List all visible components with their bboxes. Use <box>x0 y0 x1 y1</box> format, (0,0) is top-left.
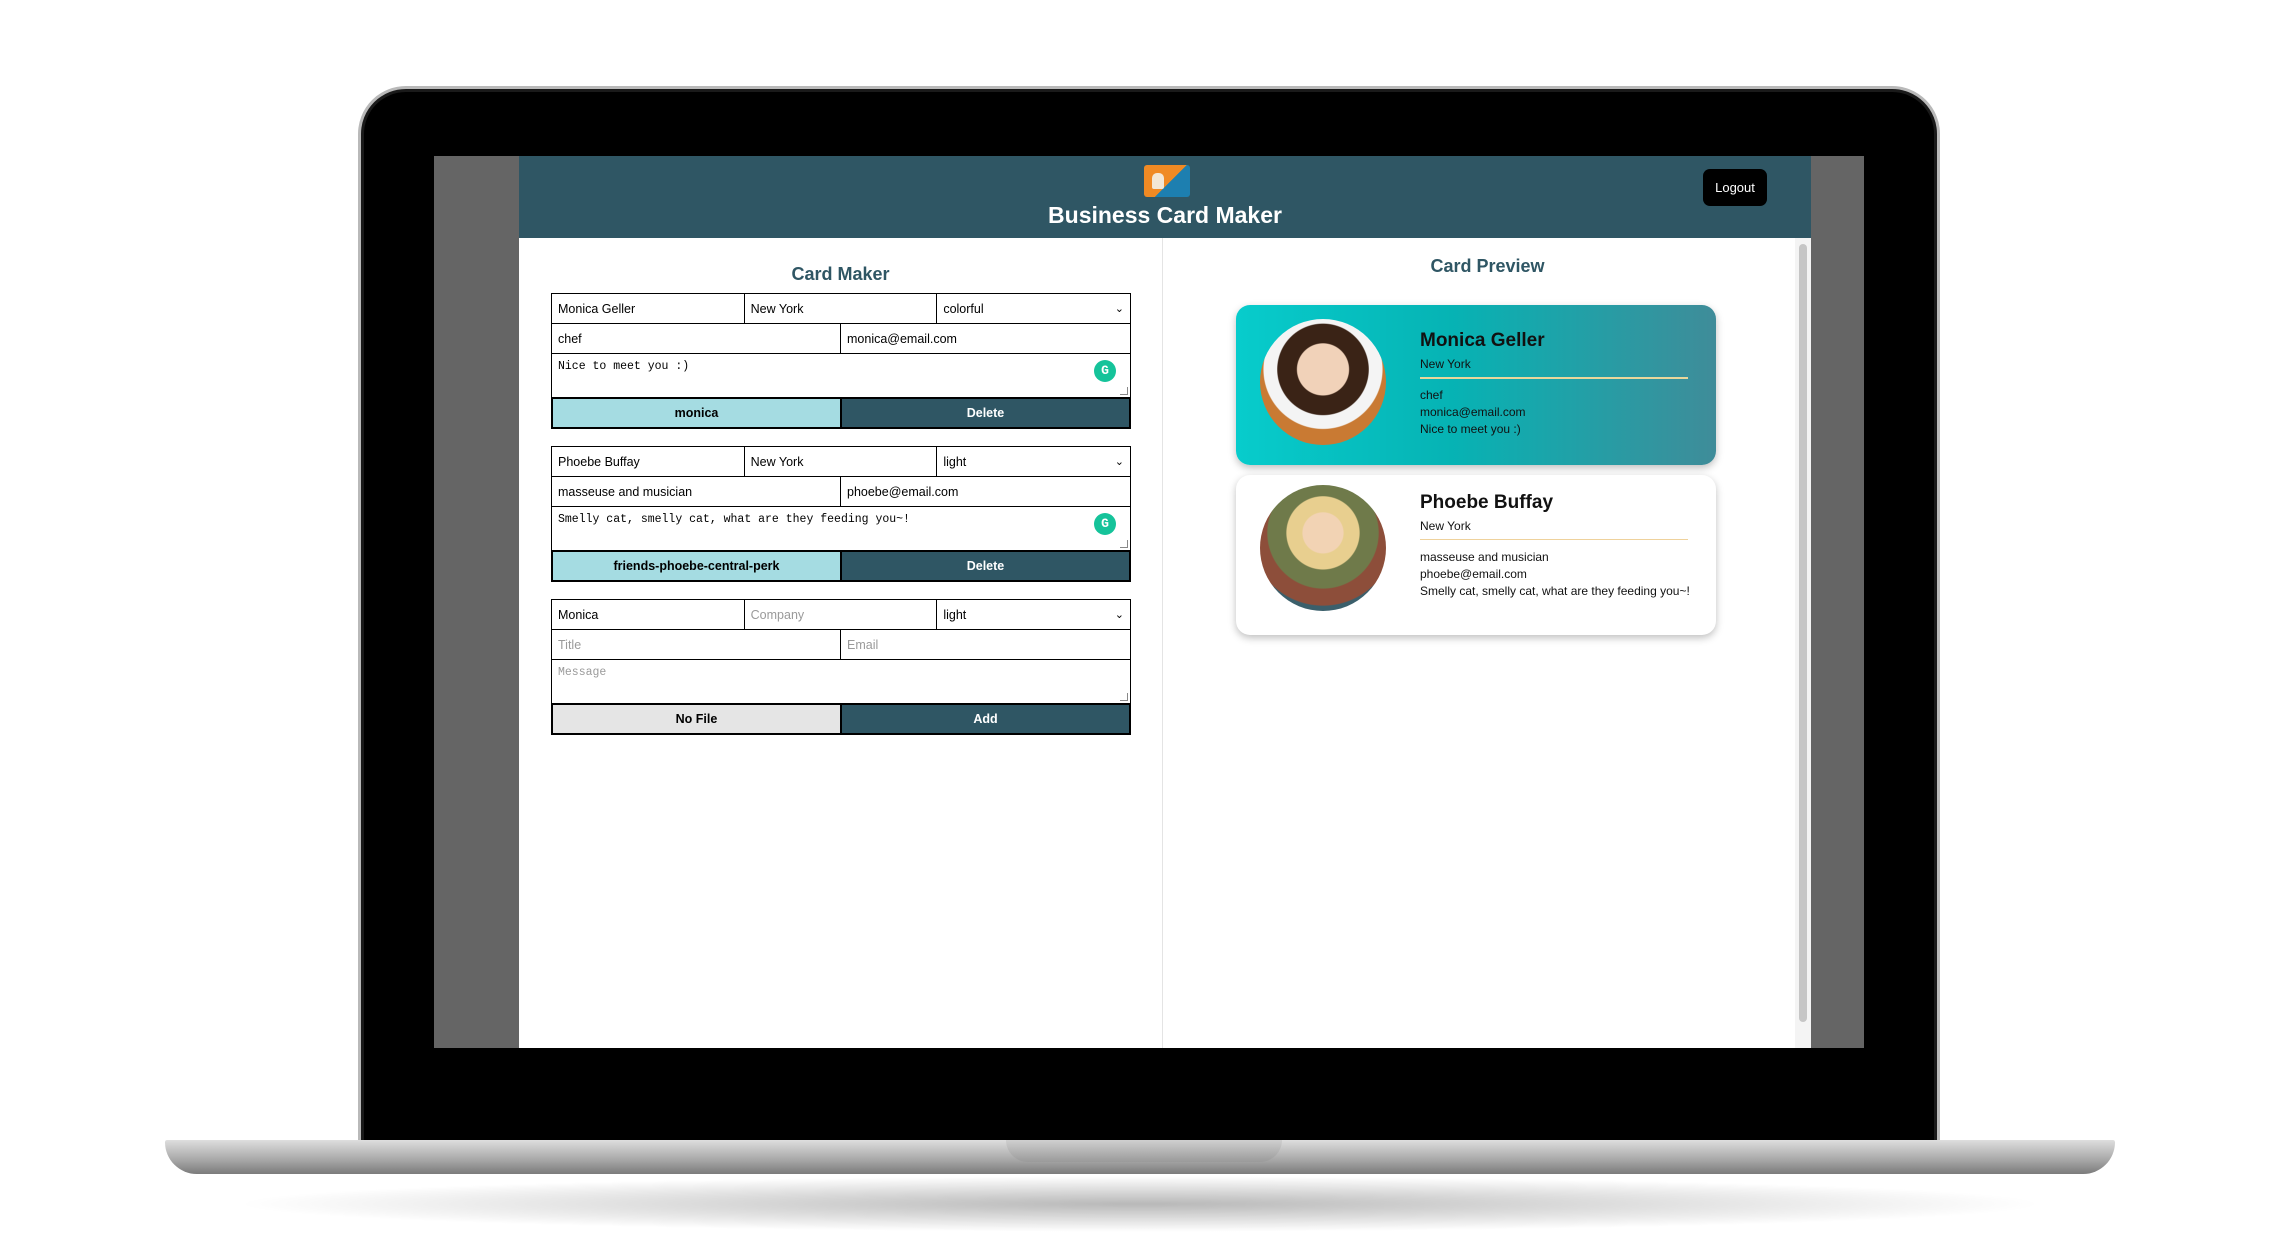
app-title: Business Card Maker <box>1048 202 1282 228</box>
message-textarea[interactable]: Smelly cat, smelly cat, what are they fe… <box>552 507 1130 551</box>
card-title: chef <box>1420 388 1443 402</box>
resize-handle[interactable] <box>1120 540 1128 548</box>
scrollbar-thumb[interactable] <box>1799 244 1807 1022</box>
card-email: phoebe@email.com <box>1420 567 1527 581</box>
card-preview-section: Card Preview Monica Geller New York chef… <box>1164 238 1811 1048</box>
resize-handle[interactable] <box>1120 387 1128 395</box>
delete-button[interactable]: Delete <box>841 398 1130 428</box>
grammarly-icon[interactable]: G <box>1094 513 1116 535</box>
card-maker-title: Card Maker <box>791 264 890 284</box>
message-textarea[interactable]: Message <box>552 660 1130 704</box>
theme-select-value: colorful <box>943 301 984 316</box>
add-button[interactable]: Add <box>841 704 1130 734</box>
avatar <box>1260 485 1386 611</box>
card-divider <box>1420 377 1688 379</box>
card-maker-section: Card Maker Monica Geller New York colorf… <box>519 238 1163 1048</box>
business-card: Monica Geller New York chef monica@email… <box>1236 305 1716 465</box>
title-input[interactable]: chef <box>552 324 841 353</box>
theme-select[interactable]: light ⌄ <box>937 447 1130 476</box>
card-email: monica@email.com <box>1420 405 1526 419</box>
message-textarea[interactable]: Nice to meet you :) G <box>552 354 1130 398</box>
business-card: Phoebe Buffay New York masseuse and musi… <box>1236 475 1716 635</box>
company-input[interactable]: Company <box>745 600 938 629</box>
resize-handle[interactable] <box>1120 693 1128 701</box>
message-text: Nice to meet you :) <box>558 360 690 373</box>
image-file-button[interactable]: friends-phoebe-central-perk <box>552 551 841 581</box>
theme-select-value: light <box>943 454 967 469</box>
card-name: Phoebe Buffay <box>1420 492 1554 513</box>
image-file-button[interactable]: monica <box>552 398 841 428</box>
grammarly-icon[interactable]: G <box>1094 360 1116 382</box>
card-message: Smelly cat, smelly cat, what are they fe… <box>1420 584 1690 598</box>
theme-select[interactable]: colorful ⌄ <box>937 294 1130 323</box>
message-placeholder: Message <box>558 666 607 679</box>
card-preview-title: Card Preview <box>1430 256 1545 276</box>
laptop-mockup: Business Card Maker Logout Card Maker Mo… <box>0 0 2280 1260</box>
card-edit-form: Phoebe Buffay New York light ⌄ masseuse a… <box>551 446 1131 582</box>
delete-button[interactable]: Delete <box>841 551 1130 581</box>
title-input[interactable]: Title <box>552 630 841 659</box>
chevron-down-icon: ⌄ <box>1114 609 1124 621</box>
logo-icon <box>1144 165 1190 197</box>
theme-select[interactable]: light ⌄ <box>937 600 1130 629</box>
chevron-down-icon: ⌄ <box>1114 456 1124 468</box>
card-title: masseuse and musician <box>1420 550 1549 564</box>
theme-select-value: light <box>943 607 967 622</box>
laptop-notch <box>1006 1140 1282 1162</box>
email-input[interactable]: phoebe@email.com <box>841 477 1130 506</box>
email-input[interactable]: Email <box>841 630 1130 659</box>
card-edit-form: Monica Geller New York colorful ⌄ chef mo… <box>551 293 1131 429</box>
name-input[interactable]: Monica Geller <box>552 294 745 323</box>
message-text: Smelly cat, smelly cat, what are they fe… <box>558 513 910 526</box>
name-input[interactable]: Phoebe Buffay <box>552 447 745 476</box>
company-input[interactable]: New York <box>745 447 938 476</box>
name-input[interactable]: Monica <box>552 600 745 629</box>
image-file-button[interactable]: No File <box>552 704 841 734</box>
card-company: New York <box>1420 357 1471 371</box>
app-window: Business Card Maker Logout Card Maker Mo… <box>519 156 1811 1048</box>
email-input[interactable]: monica@email.com <box>841 324 1130 353</box>
avatar <box>1260 319 1386 445</box>
title-input[interactable]: masseuse and musician <box>552 477 841 506</box>
logout-button[interactable]: Logout <box>1703 169 1767 206</box>
scrollbar[interactable] <box>1795 238 1811 1048</box>
card-divider <box>1420 539 1688 540</box>
company-input[interactable]: New York <box>745 294 938 323</box>
card-add-form: Monica Company light ⌄ Title Email Messag… <box>551 599 1131 735</box>
laptop-shadow <box>230 1176 2050 1232</box>
screen: Business Card Maker Logout Card Maker Mo… <box>434 156 1864 1048</box>
chevron-down-icon: ⌄ <box>1114 303 1124 315</box>
card-message: Nice to meet you :) <box>1420 422 1521 436</box>
card-name: Monica Geller <box>1420 330 1545 351</box>
app-header: Business Card Maker Logout <box>519 156 1811 238</box>
card-company: New York <box>1420 519 1471 533</box>
